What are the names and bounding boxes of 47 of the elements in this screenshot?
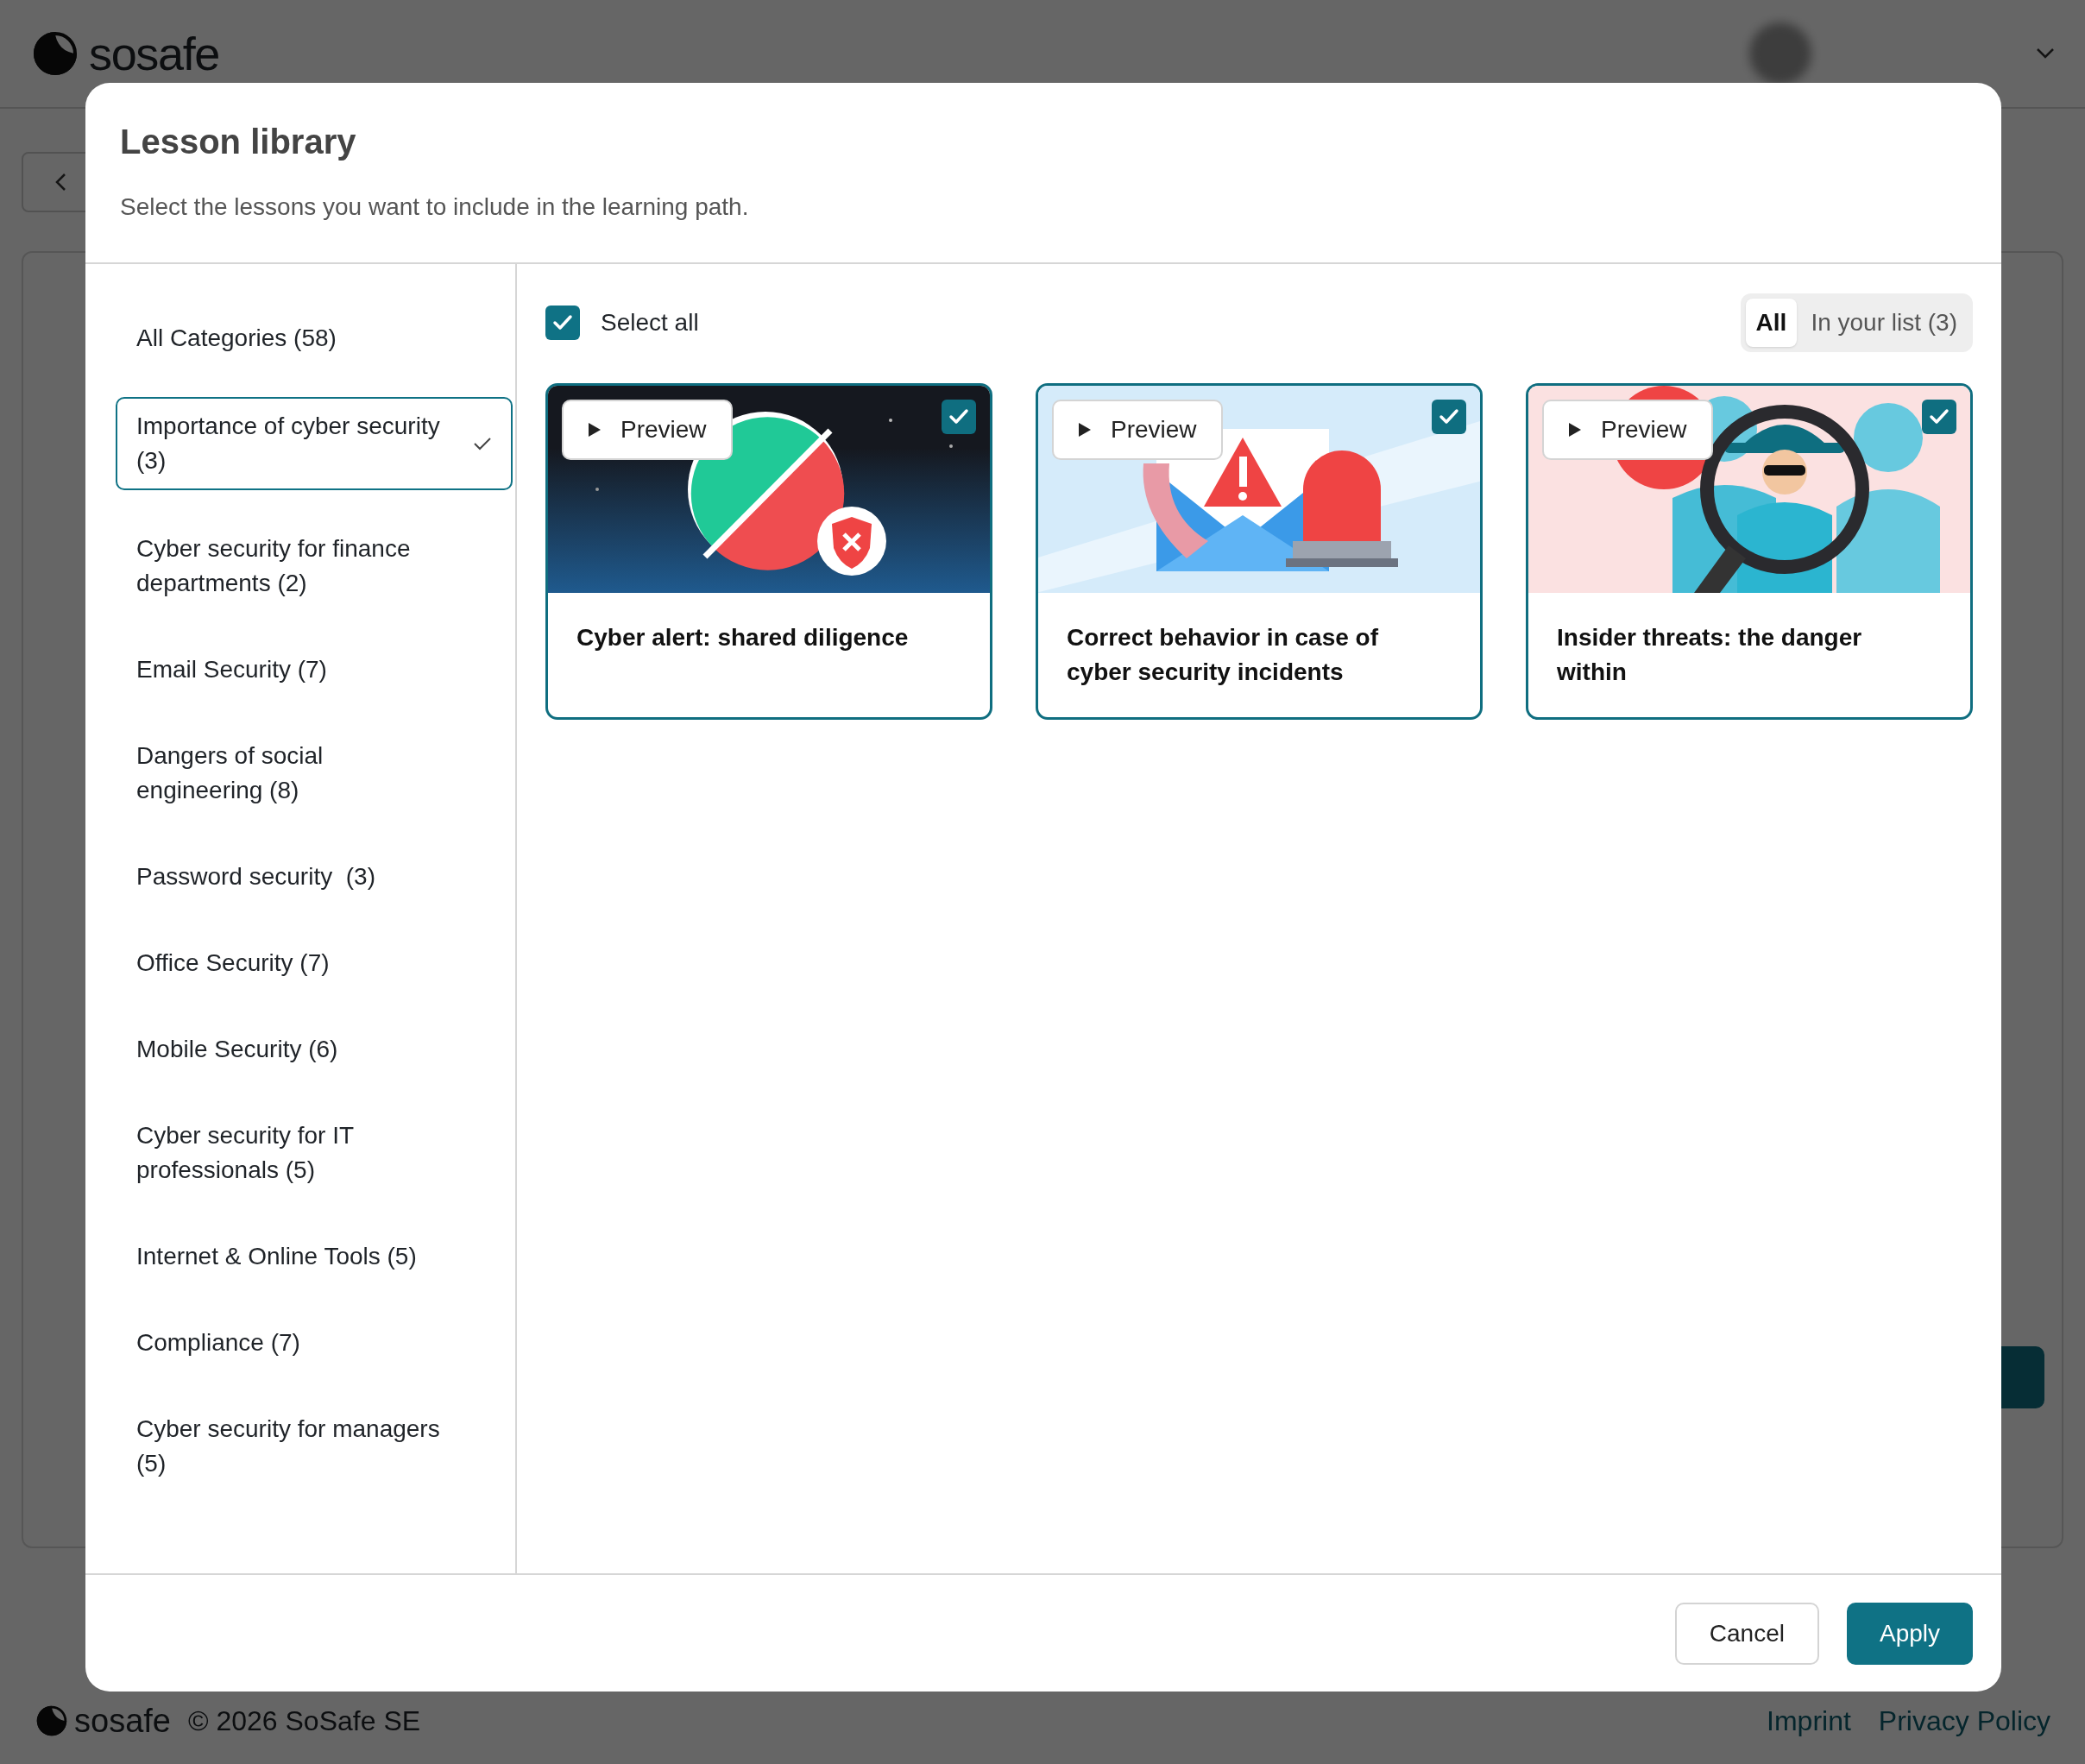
play-icon [588, 422, 602, 438]
category-item[interactable]: Compliance (7) [116, 1300, 513, 1386]
dialog-subtitle: Select the lessons you want to include in the learning path. [120, 192, 750, 222]
play-icon [1568, 422, 1582, 438]
logo-text: sosafe [74, 1704, 171, 1737]
category-item[interactable]: Cyber security for finance departments (2) [116, 506, 513, 627]
category-item[interactable]: Importance of cyber security (3) [116, 397, 513, 490]
lesson-checkbox[interactable] [942, 400, 976, 434]
category-item[interactable]: Cyber security for managers (5) [116, 1386, 513, 1507]
category-item[interactable]: Mobile Security (6) [116, 1006, 513, 1093]
select-all-label: Select all [601, 308, 699, 337]
lesson-title: Correct behavior in case of cyber security incidents [1066, 623, 1379, 687]
logo-icon [35, 1704, 69, 1738]
cancel-button[interactable]: Cancel [1674, 1602, 1819, 1665]
lesson-checkbox[interactable] [1922, 400, 1956, 434]
category-item[interactable]: Email Security (7) [116, 627, 513, 713]
checkmark-icon [552, 314, 573, 331]
lesson-card[interactable]: Preview Correct behavior in case of cyber security incidents [1036, 383, 1483, 720]
category-item[interactable]: Internet & Online Tools (5) [116, 1213, 513, 1300]
filter-tab[interactable]: In your list (3) [1800, 299, 1968, 347]
chevron-left-icon [54, 173, 66, 192]
select-all-checkbox[interactable] [545, 306, 580, 340]
copyright-text: © 2026 SoSafe SE [187, 1704, 421, 1738]
checkmark-icon [948, 408, 969, 425]
checkmark-icon [1439, 408, 1459, 425]
lesson-card[interactable]: Preview Cyber alert: shared diligence [545, 383, 992, 720]
lesson-checkbox[interactable] [1432, 400, 1466, 434]
filter-tab[interactable]: All [1745, 299, 1798, 347]
chevron-down-icon[interactable] [2036, 47, 2055, 60]
lesson-title: Insider threats: the danger within [1556, 623, 1863, 687]
checkmark-icon [473, 437, 492, 450]
lesson-card[interactable]: Preview Insider threats: the danger within [1526, 383, 1973, 720]
category-item[interactable]: Dangers of social engineering (8) [116, 713, 513, 834]
checkmark-icon [1929, 408, 1950, 425]
lesson-title: Cyber alert: shared diligence [576, 623, 910, 652]
apply-button[interactable]: Apply [1846, 1602, 1973, 1665]
preview-button[interactable]: Preview [562, 400, 733, 460]
logo-text: sosafe [89, 30, 219, 77]
avatar[interactable] [1749, 22, 1811, 85]
preview-button[interactable]: Preview [1052, 400, 1223, 460]
category-item[interactable]: All Categories (58) [116, 295, 513, 381]
play-icon [1078, 422, 1092, 438]
category-item[interactable]: Office Security (7) [116, 920, 513, 1006]
category-item[interactable]: Password security (3) [116, 834, 513, 920]
category-item[interactable]: Cyber security for IT professionals (5) [116, 1093, 513, 1213]
dialog-title: Lesson library [120, 122, 357, 162]
preview-button[interactable]: Preview [1542, 400, 1713, 460]
